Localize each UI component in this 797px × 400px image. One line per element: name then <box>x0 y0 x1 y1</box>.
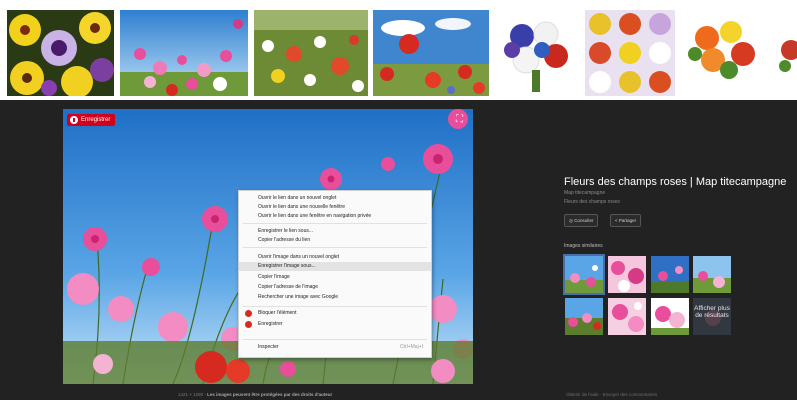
menu-item-label: Rechercher une image avec Google <box>258 294 339 300</box>
menu-copy-image[interactable]: Copier l'image <box>239 273 431 282</box>
menu-open-link-new-window[interactable]: Ouvrir le lien dans une nouvelle fenêtre <box>239 203 431 212</box>
similar-image-5[interactable] <box>565 298 603 335</box>
thumbnail-partial[interactable] <box>771 10 797 96</box>
share-button-label: Partager <box>618 218 637 223</box>
similar-image-6[interactable] <box>608 298 646 335</box>
menu-inspect[interactable]: Inspecter Ctrl+Maj+I <box>239 343 431 352</box>
more-results-label: Afficher plus de résultats <box>694 305 730 319</box>
menu-item-label: Bloquer l'élément <box>258 310 297 316</box>
menu-open-image-new-tab[interactable]: Ouvrir l'image dans un nouvel onglet <box>239 253 431 262</box>
thumbnail-orange-bouquet[interactable] <box>681 10 765 96</box>
context-menu: Ouvrir le lien dans un nouvel onglet Ouv… <box>238 190 432 358</box>
menu-save-image-as[interactable]: Enregistrer l'image sous... <box>239 262 431 271</box>
similar-image-2[interactable] <box>608 256 646 293</box>
similar-image-4[interactable] <box>693 256 731 293</box>
image-dimensions: 1421 × 1280 - <box>178 392 206 397</box>
menu-item-label: Ouvrir le lien dans un nouvel onglet <box>258 195 337 201</box>
menu-item-label: Copier l'adresse du lien <box>258 237 311 243</box>
menu-copy-link-address[interactable]: Copier l'adresse du lien <box>239 236 431 245</box>
similar-image-3[interactable] <box>651 256 689 293</box>
thumbnail-strip <box>0 0 797 100</box>
image-caption: 1421 × 1280 - Les images peuvent être pr… <box>178 392 332 397</box>
menu-separator <box>243 339 427 340</box>
pinterest-icon <box>70 116 78 124</box>
share-button[interactable]: < Partager <box>610 214 642 227</box>
menu-item-label: Enregistrer le lien sous... <box>258 228 314 234</box>
menu-block-element[interactable]: Bloquer l'élément <box>239 309 431 318</box>
image-source-site[interactable]: Map titecampagne <box>564 190 605 196</box>
image-title[interactable]: Fleurs des champs roses | Map titecampag… <box>564 176 786 188</box>
thumbnail-cosmos-sky[interactable] <box>120 10 248 96</box>
menu-item-label: Copier l'image <box>258 274 290 280</box>
image-subtitle: Fleurs des champs roses <box>564 199 620 205</box>
menu-item-label: Copier l'adresse de l'image <box>258 284 318 290</box>
adblock-icon <box>245 310 252 317</box>
menu-separator <box>243 223 427 224</box>
similar-images-label: Images similaires <box>564 243 603 249</box>
similar-image-7[interactable] <box>651 298 689 335</box>
save-badge-label: Enregistrer <box>81 117 111 123</box>
thumbnail-blue-bouquet[interactable] <box>494 10 579 96</box>
inspect-shortcut: Ctrl+Maj+I <box>399 344 423 350</box>
menu-separator <box>243 247 427 248</box>
menu-open-link-private[interactable]: Ouvrir le lien dans une fenêtre en navig… <box>239 212 431 221</box>
thumbnail-poppy-meadow[interactable] <box>254 10 368 96</box>
pinterest-icon <box>245 321 252 328</box>
pinterest-save-badge[interactable]: Enregistrer <box>67 114 116 126</box>
menu-pinterest-save[interactable]: Enregistrer <box>239 320 431 329</box>
similar-image-1[interactable] <box>563 254 605 295</box>
visit-button[interactable]: ◎ Consulter <box>564 214 599 227</box>
menu-copy-image-address[interactable]: Copier l'adresse de l'image <box>239 283 431 292</box>
menu-item-label: Inspecter <box>258 344 279 350</box>
thumbnail-poppy-sky[interactable] <box>373 10 489 96</box>
visit-button-label: Consulter <box>574 218 594 223</box>
menu-open-link-new-tab[interactable]: Ouvrir le lien dans un nouvel onglet <box>239 194 431 203</box>
menu-search-image-google[interactable]: Rechercher une image avec Google <box>239 293 431 302</box>
menu-item-label: Enregistrer l'image sous... <box>258 263 316 269</box>
thumbnail-flower-grid[interactable] <box>585 10 675 96</box>
copyright-notice: Les images peuvent être protégées par de… <box>207 392 333 397</box>
menu-save-link-as[interactable]: Enregistrer le lien sous... <box>239 227 431 236</box>
menu-item-label: Ouvrir le lien dans une fenêtre en navig… <box>258 213 372 219</box>
expand-icon[interactable]: ⛶ <box>456 115 466 125</box>
menu-item-label: Ouvrir l'image dans un nouvel onglet <box>258 254 340 260</box>
menu-item-label: Enregistrer <box>258 321 283 327</box>
more-results-button[interactable]: Afficher plus de résultats <box>693 298 731 335</box>
footer-links[interactable]: Obtenir de l'aide · Envoyer des commenta… <box>566 392 657 397</box>
menu-item-label: Ouvrir le lien dans une nouvelle fenêtre <box>258 204 345 210</box>
thumbnail-pansies[interactable] <box>7 10 114 96</box>
menu-separator <box>243 306 427 307</box>
